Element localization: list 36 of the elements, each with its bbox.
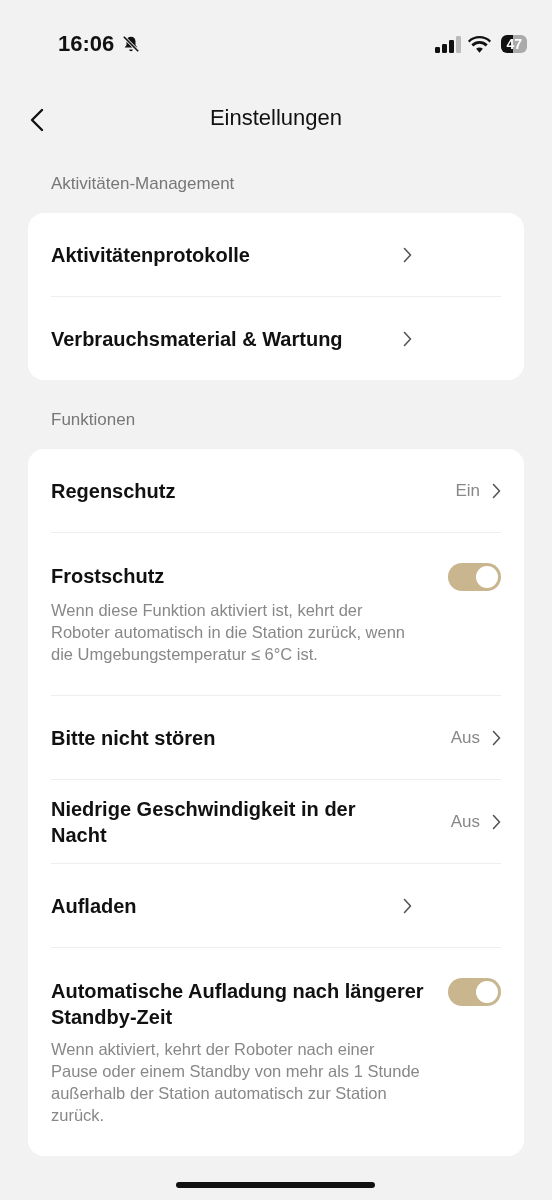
section-header: Aktivitäten-Management <box>50 174 236 194</box>
wifi-icon <box>468 35 492 53</box>
chevron-right-icon <box>492 729 501 746</box>
setting-label: Bitte nicht stören <box>51 725 217 751</box>
setting-label: Niedrige Geschwindigkeit in der Nacht <box>51 796 357 848</box>
setting-label: Aktivitätenprotokolle <box>51 242 251 268</box>
settings-row[interactable]: Verbrauchsmaterial & Wartung <box>51 297 501 380</box>
back-button[interactable] <box>28 106 46 134</box>
setting-value: Ein <box>455 480 480 501</box>
back-icon <box>30 108 44 132</box>
toggle-switch[interactable] <box>448 563 501 591</box>
chevron-right-icon <box>403 897 412 914</box>
page-title: Einstellungen <box>209 105 343 131</box>
setting-description: Wenn diese Funktion aktiviert ist, kehrt der Roboter automatisch in die Station zurück, wenn die Umgebungstemperatur ≤ 6°C ist. <box>51 600 407 665</box>
setting-label: Verbrauchsmaterial & Wartung <box>51 326 344 352</box>
settings-row[interactable]: Aktivitätenprotokolle <box>51 213 501 296</box>
toggle-switch[interactable] <box>448 978 501 1006</box>
settings-row[interactable]: Regenschutz Ein <box>51 449 501 532</box>
chevron-right-icon <box>403 330 412 347</box>
muted-bell-icon <box>122 35 141 53</box>
section-header: Funktionen <box>50 410 137 430</box>
chevron-right-icon <box>492 482 501 499</box>
setting-description: Wenn aktiviert, kehrt der Roboter nach einer Pause oder einem Standby von mehr als 1 Stunde außerhalb der Station automatisch zur Station zurück. <box>51 1039 421 1126</box>
settings-row[interactable]: Niedrige Geschwindigkeit in der Nacht Aus <box>51 780 501 863</box>
chevron-right-icon <box>492 813 501 830</box>
settings-row[interactable]: Bitte nicht stören Aus <box>51 696 501 779</box>
chevron-right-icon <box>403 246 412 263</box>
setting-value: Aus <box>450 727 480 748</box>
signal-icon <box>435 35 463 53</box>
status-time: 16:06 <box>58 31 115 57</box>
setting-label: Automatische Aufladung nach längerer Standby-Zeit <box>51 979 425 1030</box>
setting-value: Aus <box>450 811 480 832</box>
setting-label: Aufladen <box>51 893 138 919</box>
setting-label: Frostschutz <box>51 564 166 589</box>
setting-label: Regenschutz <box>51 478 177 504</box>
settings-row[interactable]: Aufladen <box>51 864 501 947</box>
